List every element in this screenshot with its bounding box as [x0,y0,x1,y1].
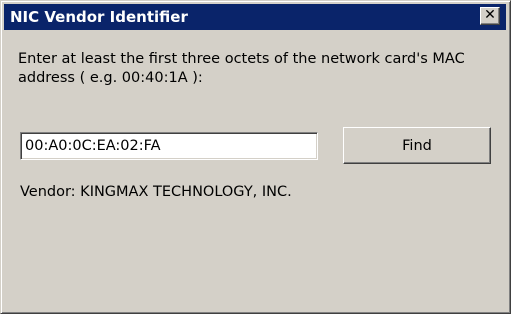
nic-vendor-identifier-window: NIC Vendor Identifier ✕ Enter at least t… [0,0,511,314]
window-title: NIC Vendor Identifier [10,8,188,26]
find-button[interactable]: Find [343,127,491,164]
instructions-text: Enter at least the first three octets of… [18,51,465,86]
close-button[interactable]: ✕ [480,7,500,25]
close-icon: ✕ [484,7,496,23]
vendor-result-label: Vendor: KINGMAX TECHNOLOGY, INC. [20,184,292,200]
title-bar[interactable]: NIC Vendor Identifier ✕ [4,4,506,30]
mac-address-input[interactable] [20,132,318,160]
